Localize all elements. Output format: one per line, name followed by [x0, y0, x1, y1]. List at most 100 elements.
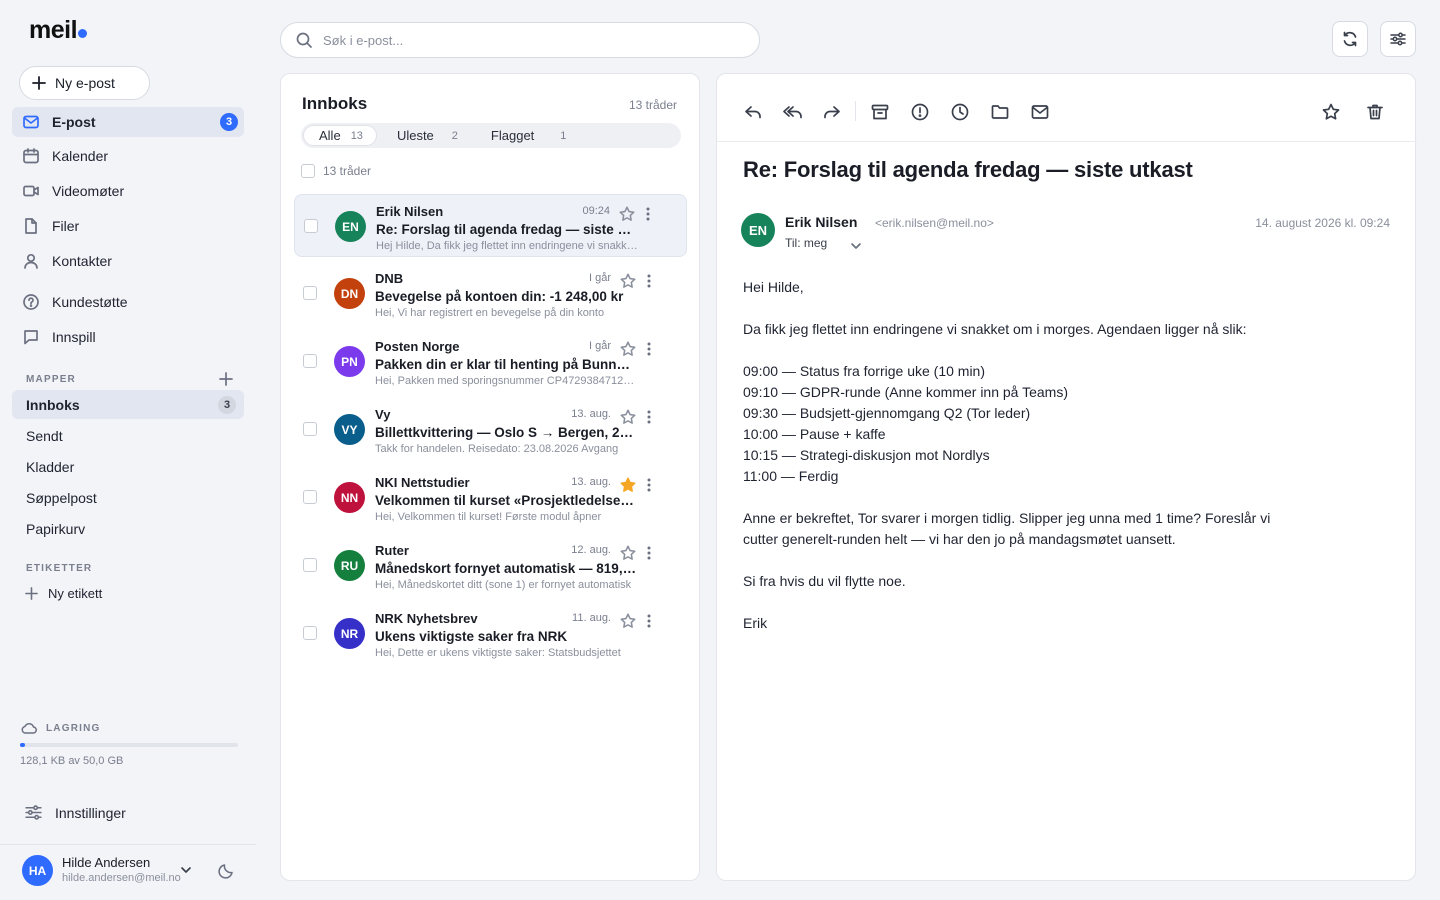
search-input[interactable] — [323, 32, 723, 48]
snooze-button[interactable] — [948, 100, 972, 124]
sidebar-item-files[interactable]: Filer — [12, 211, 244, 241]
mark-unread-button[interactable] — [1028, 100, 1052, 124]
folder-trash[interactable]: Papirkurv — [12, 514, 244, 543]
folder-drafts[interactable]: Kladder — [12, 452, 244, 481]
message-checkbox[interactable] — [303, 558, 317, 572]
forward-button[interactable] — [820, 100, 844, 124]
user-email: hilde.andersen@meil.no — [62, 872, 181, 884]
tab-all[interactable]: Alle 13 — [303, 125, 377, 146]
message-row[interactable]: VY Vy 13. aug. Billettkvittering — Oslo … — [294, 398, 687, 461]
avatar: VY — [334, 414, 365, 445]
tab-unread[interactable]: Uleste 2 — [377, 125, 471, 146]
more-icon[interactable] — [645, 408, 653, 426]
search-bar[interactable] — [280, 22, 760, 58]
refresh-button[interactable] — [1332, 21, 1368, 57]
moon-icon[interactable] — [217, 862, 235, 880]
star-icon[interactable] — [619, 612, 637, 630]
message-row[interactable]: PN Posten Norge I går Pakken din er klar… — [294, 330, 687, 393]
star-icon[interactable] — [619, 272, 637, 290]
feedback-icon — [24, 330, 38, 345]
plus-icon — [25, 587, 38, 600]
message-row[interactable]: RU Ruter 12. aug. Månedskort fornyet aut… — [294, 534, 687, 597]
compose-button[interactable]: Ny e-post — [19, 66, 150, 100]
message-sender: DNB — [375, 271, 404, 286]
report-spam-button[interactable] — [908, 100, 932, 124]
more-icon[interactable] — [645, 340, 653, 358]
folder-badge: 3 — [218, 396, 236, 414]
sidebar-item-video[interactable]: Videomøter — [12, 176, 244, 206]
new-label-button[interactable]: Ny etikett — [25, 586, 102, 601]
storage-fill — [20, 743, 25, 747]
storage-text: 128,1 KB av 50,0 GB — [20, 755, 124, 767]
email-body-line: Erik — [743, 615, 768, 631]
tab-flagged[interactable]: Flagget 1 — [471, 125, 580, 146]
message-time: I går — [588, 272, 611, 284]
star-icon[interactable] — [619, 408, 637, 426]
message-preview: Hei, Velkommen til kurset! Første modul … — [375, 511, 602, 523]
email-body-line: Hei Hilde, — [743, 279, 804, 295]
email-body: Hei Hilde, Da fikk jeg flettet inn endrin… — [743, 277, 1383, 634]
move-to-folder-button[interactable] — [988, 100, 1012, 124]
message-checkbox[interactable] — [304, 219, 318, 233]
user-menu[interactable]: HA Hilde Andersen hilde.andersen@meil.no — [0, 844, 256, 900]
user-icon — [24, 253, 38, 269]
more-icon[interactable] — [645, 476, 653, 494]
user-name: Hilde Andersen — [62, 855, 151, 870]
filter-settings-button[interactable] — [1380, 21, 1416, 57]
message-checkbox[interactable] — [303, 286, 317, 300]
more-icon[interactable] — [645, 612, 653, 630]
select-all-checkbox[interactable] — [301, 164, 315, 178]
message-sender: Vy — [375, 407, 391, 422]
message-preview: Hei, Pakken med sporingsnummer CP4729384… — [375, 375, 637, 387]
message-checkbox[interactable] — [303, 490, 317, 504]
message-time: 12. aug. — [571, 544, 611, 556]
message-checkbox[interactable] — [303, 422, 317, 436]
sidebar-item-support[interactable]: Kundestøtte — [12, 287, 244, 317]
message-row[interactable]: NN NKI Nettstudier 13. aug. Velkommen ti… — [294, 466, 687, 529]
message-checkbox[interactable] — [303, 626, 317, 640]
archive-button[interactable] — [868, 100, 892, 124]
reply-all-button[interactable] — [781, 100, 805, 124]
message-row[interactable]: EN Erik Nilsen 09:24 Re: Forslag til age… — [294, 194, 687, 257]
star-button[interactable] — [1319, 100, 1343, 124]
folder-icon — [991, 105, 1009, 119]
sidebar-item-feedback[interactable]: Innspill — [12, 322, 244, 352]
add-folder-icon[interactable] — [219, 372, 233, 386]
sidebar-item-email[interactable]: E-post 3 — [12, 107, 244, 137]
delete-button[interactable] — [1363, 100, 1387, 124]
message-preview: Takk for handelen. Reisedato: 23.08.2026… — [375, 443, 619, 455]
star-icon[interactable] — [619, 544, 637, 562]
star-filled-icon[interactable] — [619, 476, 637, 494]
folder-inbox[interactable]: Innboks 3 — [12, 390, 244, 419]
message-subject: Pakken din er klar til henting på Bunnpr… — [375, 357, 637, 372]
message-row[interactable]: DN DNB I går Bevegelse på kontoen din: -… — [294, 262, 687, 325]
email-body-line: 10:00 — Pause + kaffe — [743, 426, 886, 442]
chevron-down-icon[interactable] — [850, 240, 862, 252]
email-body-line: Si fra hvis du vil flytte noe. — [743, 573, 906, 589]
email-date: 14. august 2026 kl. 09:24 — [1255, 216, 1390, 230]
more-icon[interactable] — [645, 272, 653, 290]
email-body-line: 11:00 — Ferdig — [743, 468, 839, 484]
avatar: NN — [334, 482, 365, 513]
sidebar: meil Ny e-post E-post 3 Kalender Videomø… — [0, 0, 256, 900]
sidebar-item-contacts[interactable]: Kontakter — [12, 246, 244, 276]
more-icon[interactable] — [644, 205, 652, 223]
sidebar-item-calendar[interactable]: Kalender — [12, 141, 244, 171]
star-icon[interactable] — [619, 340, 637, 358]
more-icon[interactable] — [645, 544, 653, 562]
message-checkbox[interactable] — [303, 354, 317, 368]
message-sender: NRK Nyhetsbrev — [375, 611, 478, 626]
help-icon — [23, 294, 39, 310]
sender-name[interactable]: Erik Nilsen — [785, 214, 857, 230]
settings-button[interactable]: Innstillinger — [24, 803, 126, 822]
chevron-down-icon[interactable] — [180, 864, 192, 876]
email-body-line — [743, 298, 1383, 319]
reply-button[interactable] — [741, 100, 765, 124]
folder-spam[interactable]: Søppelpost — [12, 483, 244, 512]
folder-sent[interactable]: Sendt — [12, 421, 244, 450]
recipient-line: Til: meg — [785, 236, 828, 250]
star-icon[interactable] — [618, 205, 636, 223]
app-logo[interactable]: meil — [29, 16, 88, 45]
message-row[interactable]: NR NRK Nyhetsbrev 11. aug. Ukens viktigs… — [294, 602, 687, 665]
email-body-line — [743, 550, 1383, 571]
